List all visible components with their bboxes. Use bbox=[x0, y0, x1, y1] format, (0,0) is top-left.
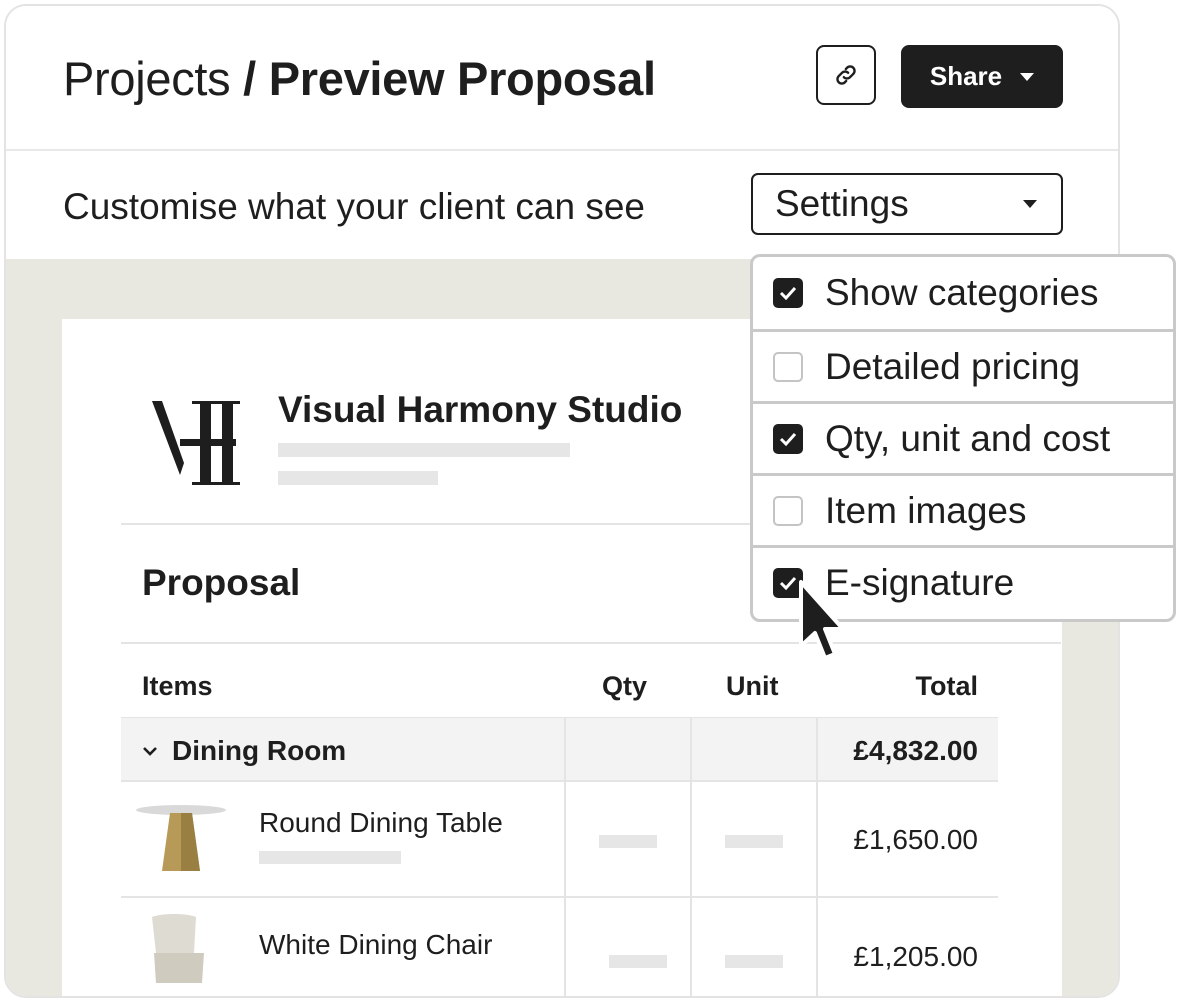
column-divider bbox=[690, 718, 692, 996]
checkbox-checked[interactable] bbox=[773, 423, 803, 454]
round-dining-table-image bbox=[136, 805, 226, 871]
unit-placeholder bbox=[725, 835, 783, 848]
option-label: Show categories bbox=[825, 272, 1099, 313]
proposal-title: Proposal bbox=[142, 562, 301, 603]
white-dining-chair-image bbox=[152, 914, 204, 983]
column-header-unit: Unit bbox=[726, 671, 779, 701]
option-label: E-signature bbox=[825, 561, 1015, 603]
checkmark-icon bbox=[779, 432, 797, 446]
breadcrumb-separator: / bbox=[243, 52, 256, 105]
option-item-images[interactable]: Item images bbox=[753, 473, 1173, 545]
address-placeholder bbox=[278, 443, 570, 457]
checkmark-icon bbox=[779, 576, 797, 590]
mouse-pointer-icon bbox=[799, 580, 845, 660]
category-toggle[interactable]: Dining Room bbox=[142, 735, 346, 767]
option-detailed-pricing[interactable]: Detailed pricing bbox=[753, 329, 1173, 401]
copy-link-button[interactable] bbox=[816, 45, 876, 105]
item-total: £1,650.00 bbox=[853, 824, 978, 855]
chevron-down-icon bbox=[143, 747, 157, 756]
chevron-down-icon bbox=[1020, 72, 1035, 81]
category-name: Dining Room bbox=[172, 735, 347, 766]
qty-placeholder bbox=[609, 955, 667, 968]
visibility-toolbar: Customise what your client can see Setti… bbox=[6, 151, 1118, 259]
settings-dropdown-label: Settings bbox=[775, 183, 909, 224]
option-show-categories[interactable]: Show categories bbox=[753, 257, 1173, 329]
checkbox-unchecked[interactable] bbox=[773, 495, 803, 526]
option-qty-unit-cost[interactable]: Qty, unit and cost bbox=[753, 401, 1173, 473]
column-header-qty: Qty bbox=[602, 671, 648, 701]
item-name: Round Dining Table bbox=[259, 807, 503, 838]
page-title: Preview Proposal bbox=[268, 52, 656, 105]
checkbox-checked[interactable] bbox=[773, 278, 803, 308]
settings-menu: Show categories Detailed pricing Qty, un… bbox=[750, 254, 1176, 622]
settings-dropdown[interactable]: Settings bbox=[751, 173, 1063, 235]
link-icon bbox=[836, 65, 856, 85]
unit-placeholder bbox=[725, 955, 783, 968]
row-divider bbox=[121, 896, 998, 898]
studio-name: Visual Harmony Studio bbox=[278, 389, 683, 430]
page-header: Projects / Preview Proposal Share bbox=[6, 6, 1118, 151]
share-button-label: Share bbox=[929, 61, 1003, 91]
item-total: £1,205.00 bbox=[853, 941, 978, 972]
option-label: Detailed pricing bbox=[825, 345, 1081, 387]
option-label: Item images bbox=[825, 489, 1027, 531]
breadcrumb-projects-link[interactable]: Projects bbox=[63, 52, 231, 105]
qty-placeholder bbox=[599, 835, 657, 848]
column-header-items: Items bbox=[142, 671, 213, 701]
chevron-down-icon bbox=[1023, 200, 1037, 208]
checkbox-unchecked[interactable] bbox=[773, 351, 803, 382]
studio-logo bbox=[122, 401, 240, 485]
category-total: £4,832.00 bbox=[853, 735, 978, 766]
title-divider bbox=[121, 642, 1061, 644]
contact-placeholder bbox=[278, 471, 438, 485]
share-button[interactable]: Share bbox=[901, 45, 1063, 108]
checkmark-icon bbox=[779, 286, 797, 300]
visibility-label: Customise what your client can see bbox=[63, 186, 645, 227]
item-name: White Dining Chair bbox=[259, 929, 493, 960]
breadcrumb: Projects / Preview Proposal bbox=[63, 50, 656, 108]
column-header-total: Total bbox=[915, 671, 979, 701]
column-divider bbox=[564, 718, 566, 996]
option-label: Qty, unit and cost bbox=[825, 417, 1111, 459]
item-description-placeholder bbox=[259, 851, 401, 864]
row-divider bbox=[121, 780, 998, 782]
